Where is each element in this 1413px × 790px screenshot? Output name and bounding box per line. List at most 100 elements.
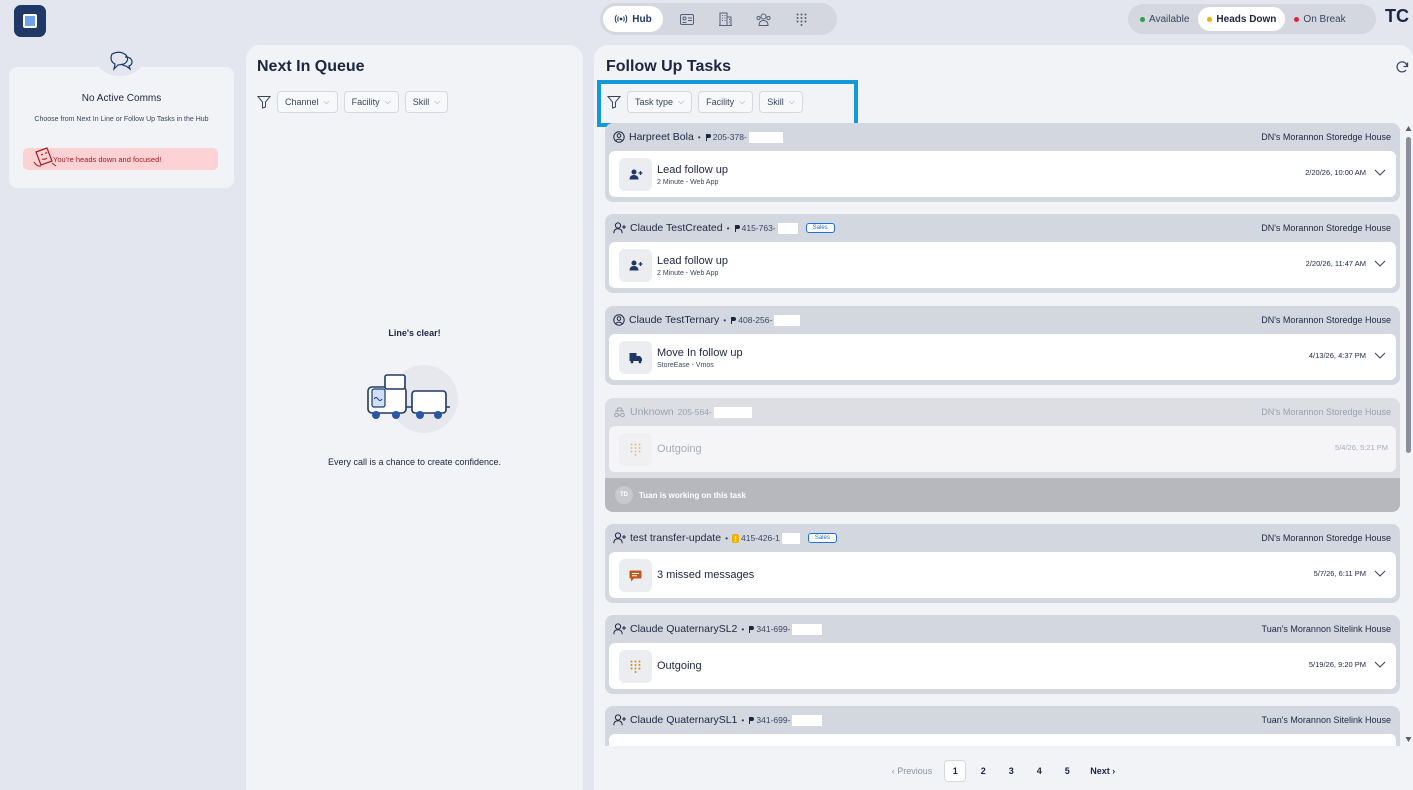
channel-filter-label: Channel <box>285 97 319 107</box>
chevron-down-icon[interactable] <box>1374 349 1386 361</box>
page-3-button[interactable]: 3 <box>1000 760 1022 782</box>
logo-icon <box>23 14 37 28</box>
task-card[interactable]: Harpreet Bola • 205-378- DN's Morannon S… <box>605 123 1400 202</box>
task-list-scrollbar[interactable] <box>1404 123 1413 746</box>
queue-filters: Channel ⌵ Facility ⌵ Skill ⌵ <box>257 91 449 113</box>
chevron-down-icon[interactable] <box>1374 257 1386 269</box>
facility-name: DN's Morannon Storedge House <box>1261 407 1391 417</box>
status-switcher: Available Heads Down On Break <box>1128 4 1376 34</box>
task-type-icon-box <box>619 158 652 191</box>
contact-phone: 408-256- <box>730 314 801 326</box>
chevron-down-icon[interactable] <box>1374 658 1386 670</box>
task-body[interactable]: Outgoing 5/4/26, 5:21 PM <box>609 426 1396 472</box>
task-type: Lead follow up <box>657 255 728 267</box>
user-add-outline-icon <box>613 714 626 726</box>
empty-state-message: Every call is a chance to create confide… <box>327 457 502 467</box>
task-type: Outgoing <box>657 443 702 455</box>
page-2-button[interactable]: 2 <box>972 760 994 782</box>
nav-facilities-tab[interactable] <box>711 6 739 32</box>
available-dot <box>1140 16 1145 22</box>
task-type: Outgoing <box>657 660 702 672</box>
phone-pin-icon <box>734 224 740 232</box>
skill-badge: Sales <box>805 223 835 233</box>
phone-sep: • <box>741 624 745 634</box>
contact-name[interactable]: Unknown <box>630 406 674 418</box>
contact-phone: 341-699- <box>748 623 823 635</box>
task-body[interactable] <box>609 734 1396 746</box>
contact-name[interactable]: test transfer-update <box>630 532 721 544</box>
phone-number: 341-699- <box>756 715 791 725</box>
status-available[interactable]: Available <box>1131 7 1198 31</box>
contact-name[interactable]: Harpreet Bola <box>629 131 694 143</box>
status-on-break[interactable]: On Break <box>1285 7 1354 31</box>
redacted-block <box>774 314 801 326</box>
working-message: Tuan is working on this task <box>639 490 746 500</box>
phone-sep: • <box>723 315 727 325</box>
chevron-down-icon[interactable] <box>1374 166 1386 178</box>
next-page-button[interactable]: Next › <box>1090 760 1115 782</box>
broadcast-icon <box>615 14 628 24</box>
contact-name[interactable]: Claude QuaternarySL2 <box>630 623 737 635</box>
facility-filter[interactable]: Facility ⌵ <box>343 91 399 113</box>
task-body[interactable]: Lead follow up 2 Minute - Web App 2/20/2… <box>609 242 1396 288</box>
nav-contacts-tab[interactable] <box>673 6 701 32</box>
phone-number: 205-378- <box>712 132 747 142</box>
user-add-icon <box>629 169 642 180</box>
task-type-icon-box <box>619 650 652 683</box>
task-header: Harpreet Bola • 205-378- DN's Morannon S… <box>605 123 1400 151</box>
task-type-icon-box <box>619 249 652 282</box>
facility-name: Tuan's Morannon Sitelink House <box>1261 624 1391 634</box>
user-add-icon <box>629 260 642 271</box>
nav-dialpad-tab[interactable] <box>787 6 815 32</box>
heads-down-banner: You're heads down and focused! <box>23 147 218 170</box>
task-type-icon-box <box>619 341 652 374</box>
redacted-block <box>777 222 798 234</box>
channel-filter[interactable]: Channel ⌵ <box>277 91 338 113</box>
task-card[interactable]: Claude QuaternarySL1 • 341-699- Tuan's M… <box>605 706 1400 746</box>
comms-title: No Active Comms <box>81 93 162 104</box>
task-date: 5/4/26, 5:21 PM <box>1335 443 1388 452</box>
filter-icon[interactable] <box>257 95 271 109</box>
task-body[interactable]: Move In follow up StoreEase - Vmos 4/13/… <box>609 334 1396 380</box>
task-date: 2/20/26, 10:00 AM <box>1305 168 1366 177</box>
nav-hub-tab[interactable]: Hub <box>603 6 663 32</box>
contact-name[interactable]: Claude TestCreated <box>630 222 723 234</box>
page-1-button[interactable]: 1 <box>944 760 967 782</box>
task-type-icon-box <box>619 433 652 466</box>
page-5-button[interactable]: 5 <box>1056 760 1078 782</box>
contact-name[interactable]: Claude TestTernary <box>629 314 719 326</box>
skill-filter[interactable]: Skill ⌵ <box>404 91 449 113</box>
contact-circle-icon <box>613 131 625 143</box>
redacted-block <box>713 406 752 418</box>
previous-page-button[interactable]: ‹ Previous <box>892 760 933 782</box>
task-body[interactable]: Outgoing 5/19/26, 9:20 PM <box>609 643 1396 689</box>
message-icon <box>629 570 642 581</box>
task-body[interactable]: 3 missed messages 5/7/26, 6:11 PM <box>609 552 1396 598</box>
task-card[interactable]: Claude TestCreated • 415-763- Sales DN's… <box>605 214 1400 293</box>
queue-title: Next In Queue <box>257 58 365 75</box>
phone-pin-icon <box>749 625 755 633</box>
task-card-in-progress[interactable]: Unknown 205-564- DN's Morannon Storedge … <box>605 398 1400 512</box>
contact-phone: 415-426-1 <box>732 532 800 544</box>
refresh-icon[interactable] <box>1395 60 1409 77</box>
chat-bubbles-icon <box>97 46 143 76</box>
task-header: Claude TestCreated • 415-763- Sales DN's… <box>605 214 1400 242</box>
contact-name[interactable]: Claude QuaternarySL1 <box>630 714 737 726</box>
task-card[interactable]: test transfer-update • 415-426-1 Sales D… <box>605 524 1400 603</box>
move-in-icon <box>629 352 642 363</box>
task-card[interactable]: Claude TestTernary • 408-256- DN's Moran… <box>605 306 1400 385</box>
contact-circle-icon <box>613 314 625 326</box>
task-subtitle: 2 Minute - Web App <box>657 270 719 277</box>
chevron-down-icon[interactable] <box>1374 567 1386 579</box>
page-4-button[interactable]: 4 <box>1028 760 1050 782</box>
status-on-break-label: On Break <box>1303 13 1346 25</box>
nav-team-tab[interactable] <box>749 6 777 32</box>
status-heads-down[interactable]: Heads Down <box>1198 7 1286 31</box>
task-type: 3 missed messages <box>657 569 755 581</box>
chevron-down-icon: ⌵ <box>323 97 330 106</box>
task-card[interactable]: Claude QuaternarySL2 • 341-699- Tuan's M… <box>605 615 1400 694</box>
train-illustration-icon <box>367 365 458 433</box>
task-body[interactable]: Lead follow up 2 Minute - Web App 2/20/2… <box>609 151 1396 197</box>
user-avatar[interactable]: TC <box>1385 6 1409 27</box>
app-logo[interactable] <box>14 5 46 37</box>
